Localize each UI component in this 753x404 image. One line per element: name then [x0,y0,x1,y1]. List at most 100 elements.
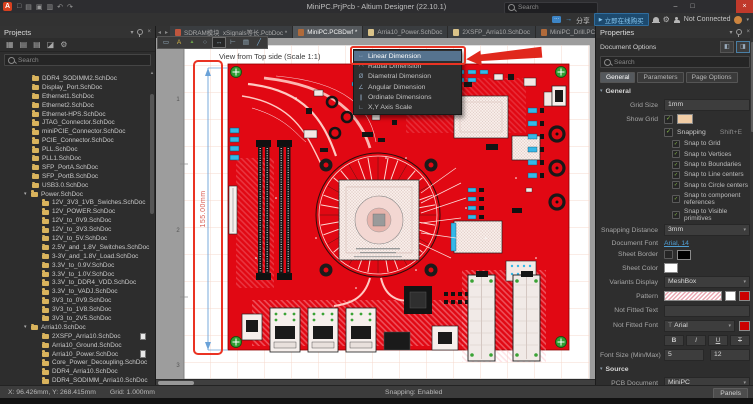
project-tree-item[interactable]: ▾ 2XSFP_Arria10.SchDoc [0,332,155,341]
chevron-down-icon[interactable]: ▾ [729,29,732,36]
snap-option-checkbox[interactable]: ✓ [672,181,680,189]
drawing-tool-icon[interactable]: ▭ [160,38,172,47]
projects-search-input[interactable]: Search [4,54,151,66]
project-tree-item[interactable]: ▾ Ethernet2.SchDoc [0,101,155,110]
chevron-down-icon[interactable]: ▾ [130,29,133,36]
project-tree-item[interactable]: ▾ Core_Power_Decoupling.SchDoc [0,359,155,368]
context-menu-item[interactable]: ↔ Linear Dimension [354,51,461,61]
pin-icon[interactable] [736,29,742,35]
project-tree-item[interactable]: ▾ miniPCIE_Connector.SchDoc [0,127,155,136]
grid-size-input[interactable]: 1mm [664,99,750,111]
comment-icon[interactable]: ··· [552,16,561,23]
properties-tab[interactable]: General [600,72,635,83]
snapping-checkbox[interactable]: ✓ [664,128,673,137]
project-tree-item[interactable]: ▾ DDR4_SODIMM_Arria10.SchDoc [0,376,155,385]
project-tree-item[interactable]: ▾ 3V3_to_2V5.SchDoc [0,314,155,323]
expand-arrow-icon[interactable]: ▾ [24,191,31,197]
properties-search-input[interactable]: Search [600,56,750,68]
project-tree-item[interactable]: ▾ Arria10.SchDoc [0,323,155,332]
snap-option-checkbox[interactable]: ✓ [672,150,680,158]
italic-button[interactable]: I [686,335,706,346]
project-tree-item[interactable]: ▾ 3-3V_and_1.8V_Load.SchDoc [0,252,155,261]
close-icon[interactable]: × [746,29,750,35]
project-tree-item[interactable]: ▾ Arria10_Power.SchDoc [0,350,155,359]
not-fitted-text-input[interactable] [664,305,750,317]
pcb-document-select[interactable]: MiniPC▾ [664,377,750,385]
drawing-tool-icon[interactable]: ╱ [253,38,265,47]
buy-online-button[interactable]: ▶立即在线购买 [594,13,649,26]
sheet-color-swatch[interactable] [664,263,678,273]
project-tree-item[interactable]: ▾ 2.5V_and_1.8V_Switches.SchDoc [0,243,155,252]
not-fitted-font-color-swatch[interactable] [739,321,750,331]
project-tree-item[interactable]: ▾ DDR4_SODIMM2.SchDoc [0,74,155,83]
project-tree-item[interactable]: ▾ 12V_to_0V9.SchDoc [0,216,155,225]
drawing-tool-icon[interactable]: ○ [199,38,211,47]
project-tree-item[interactable]: ▾ DDR4_Arria10.SchDoc [0,367,155,376]
projects-tool-icon[interactable]: ▤ [33,40,41,49]
project-tree-item[interactable]: ▾ 3.3V_to_0.9V.SchDoc [0,261,155,270]
titlebar-tool-icon[interactable]: □ [17,3,21,11]
context-menu-item[interactable]: ∠ Angular Dimension [354,82,461,92]
filter-objects-button[interactable]: ◧ [720,41,734,53]
projects-tool-icon[interactable]: ⚙ [60,40,67,49]
project-tree-item[interactable]: ▾ 12V_POWER.SchDoc [0,207,155,216]
connection-status[interactable]: Not Connected [684,16,731,23]
project-tree-item[interactable]: ▾ 3.3V_to_VADJ.SchDoc [0,287,155,296]
project-tree-item[interactable]: ▾ PLL1.SchDoc [0,154,155,163]
pattern-swatch[interactable] [664,291,722,301]
context-menu-item[interactable]: Ø Diametral Dimension [354,72,461,82]
underline-button[interactable]: U [708,335,728,346]
drawing-tool-icon[interactable]: ▲ [186,38,198,47]
titlebar-tool-icon[interactable]: ▤ [25,3,32,11]
grid-color-swatch[interactable] [677,114,693,124]
document-tab[interactable]: 2XSFP_Arria10.SchDoc [448,26,536,38]
scroll-up-icon[interactable]: ▴ [149,70,155,76]
context-menu-item[interactable]: ∥ Ordinate Dimensions [354,92,461,102]
project-tree-item[interactable]: ▾ 3V3_to_1V8.SchDoc [0,305,155,314]
snap-option-checkbox[interactable]: ✓ [672,195,680,203]
panels-button[interactable]: Panels [713,388,748,399]
project-tree-item[interactable]: ▾ PLL.SchDoc [0,145,155,154]
variants-display-select[interactable]: MeshBox▾ [664,276,750,288]
project-tree-item[interactable]: ▾ 12V_to_5V.SchDoc [0,234,155,243]
pattern-fg-swatch[interactable] [739,291,750,301]
snap-option-checkbox[interactable]: ✓ [672,161,680,169]
restore-button[interactable]: □ [684,0,701,13]
sheet-border-color-swatch[interactable] [677,250,691,260]
project-tree-item[interactable]: ▾ PCIE_Connector.SchDoc [0,136,155,145]
context-menu-item[interactable]: ◠ Radial Dimension [354,61,461,71]
project-tree-item[interactable]: ▾ Display_Port.SchDoc [0,83,155,92]
close-button[interactable]: × [736,0,753,13]
projects-tool-icon[interactable]: ◪ [47,40,55,49]
project-tree-item[interactable]: ▾ 3V3_to_0V9.SchDoc [0,296,155,305]
project-tree-item[interactable]: ▾ 12V_to_3V3.SchDoc [0,225,155,234]
project-tree-item[interactable]: ▾ USB3.0.SchDoc [0,181,155,190]
snap-option-checkbox[interactable]: ✓ [672,140,680,148]
drawing-tool-icon[interactable]: ↔ [212,37,226,48]
avatar[interactable] [734,16,742,24]
project-tree-item[interactable]: ▾ Ethernet1.SchDoc [0,92,155,101]
project-tree-item[interactable]: ▾ Power.SchDoc [0,190,155,199]
font-size-max-input[interactable]: 12 [710,349,750,361]
project-tree-item[interactable]: ▾ 12V_3V3_1VB_Swiches.SchDoc [0,198,155,207]
not-fitted-font-select[interactable]: TArial▾ [664,320,735,332]
notifications-bell-icon[interactable] [653,17,659,22]
global-search-input[interactable]: Search [504,2,598,14]
project-tree-item[interactable]: ▾ Ethernet-HPS.SchDoc [0,110,155,119]
document-font-link[interactable]: Arial, 14 [664,240,689,247]
document-tab[interactable]: MiniPC.PCBDwf * [293,26,363,38]
tree-scrollbar[interactable]: ▴ [149,68,155,385]
expand-arrow-icon[interactable]: ▾ [24,324,31,330]
drawing-tool-icon[interactable]: ⊢ [227,38,239,47]
font-size-min-input[interactable]: 5 [664,349,704,361]
titlebar-tool-icon[interactable]: ▣ [36,3,43,11]
project-tree-item[interactable]: ▾ 3.3V_to_1.0V.SchDoc [0,270,155,279]
pin-icon[interactable] [137,29,143,35]
project-tree-item[interactable]: ▾ Arria10_Ground.SchDoc [0,341,155,350]
project-tree-item[interactable]: ▾ 3.3V_to_DDR4_VDD.SchDoc [0,278,155,287]
project-tree-item[interactable]: ▾ JTAG_Connector.SchDoc [0,118,155,127]
show-grid-checkbox[interactable]: ✓ [664,115,673,124]
snap-option-checkbox[interactable]: ✓ [672,171,680,179]
titlebar-tool-icon[interactable]: ▥ [46,3,53,11]
projects-tool-icon[interactable]: ▦ [6,40,14,49]
